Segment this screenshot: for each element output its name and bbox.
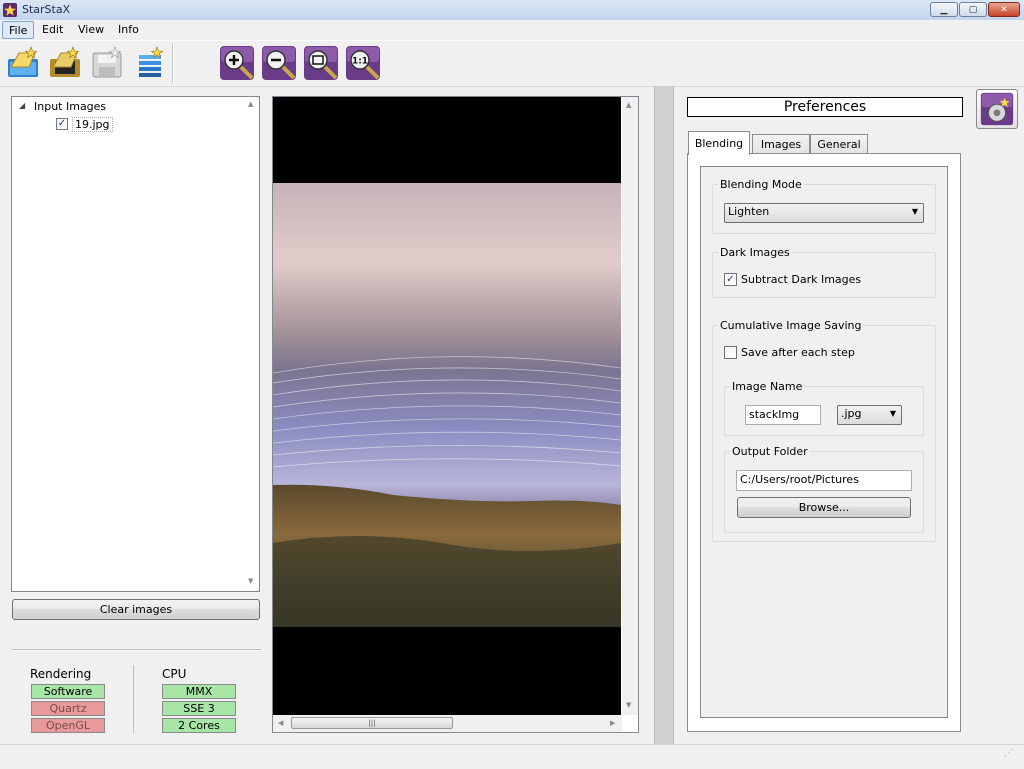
image-name-label: Image Name <box>730 380 805 393</box>
close-button[interactable]: ✕ <box>988 2 1020 17</box>
zoom-in-icon[interactable] <box>219 45 255 81</box>
subtract-dark-label[interactable]: Subtract Dark Images <box>741 273 861 286</box>
save-after-step-label[interactable]: Save after each step <box>741 346 855 359</box>
cpu-badge-sse3: SSE 3 <box>162 701 236 716</box>
zoom-fit-icon[interactable] <box>303 45 339 81</box>
extension-value: .jpg <box>841 407 862 420</box>
scroll-right-icon[interactable]: ▶ <box>610 719 615 727</box>
minimize-icon: ▁ <box>940 4 948 15</box>
input-images-tree[interactable]: ◢ Input Images ✓ 19.jpg ▲ ▼ <box>11 96 260 592</box>
preferences-title: Preferences <box>687 97 963 117</box>
rendering-badge-software: Software <box>31 684 105 699</box>
image-horizontal-scrollbar[interactable]: ◀ ||| ▶ <box>273 715 622 732</box>
scroll-up-icon[interactable]: ▲ <box>626 101 631 109</box>
tree-expand-arrow-icon[interactable]: ◢ <box>19 101 25 110</box>
chevron-down-icon: ▼ <box>889 409 896 418</box>
cumulative-saving-label: Cumulative Image Saving <box>718 319 864 332</box>
output-folder-label: Output Folder <box>730 445 810 458</box>
cpu-title: CPU <box>162 667 187 681</box>
tree-root-label: Input Images <box>34 100 107 113</box>
image-vertical-scrollbar[interactable]: ▲ ▼ <box>622 97 638 715</box>
dark-images-label: Dark Images <box>718 246 792 259</box>
checkmark-icon: ✓ <box>57 118 67 129</box>
save-after-step-checkbox[interactable] <box>724 346 737 359</box>
scroll-up-icon[interactable]: ▲ <box>248 100 253 108</box>
menu-view[interactable]: View <box>72 21 110 39</box>
scroll-down-icon[interactable]: ▼ <box>248 577 253 585</box>
tree-scrollbar[interactable]: ▲ ▼ <box>244 97 259 591</box>
menu-file[interactable]: File <box>2 21 35 39</box>
scroll-down-icon[interactable]: ▼ <box>626 701 631 709</box>
menu-bar: File Edit View Info <box>0 20 1024 41</box>
browse-button[interactable]: Browse... <box>737 497 911 518</box>
open-images-icon[interactable] <box>5 45 41 81</box>
tab-blending[interactable]: Blending <box>688 131 750 155</box>
blending-mode-value: Lighten <box>728 205 770 218</box>
blending-mode-label: Blending Mode <box>718 178 804 191</box>
image-name-input[interactable]: stackImg <box>745 405 821 425</box>
tab-images[interactable]: Images <box>752 134 810 154</box>
title-bar: StarStaX ▁ ▢ ✕ <box>0 0 1024 21</box>
save-icon[interactable] <box>89 45 125 81</box>
checkmark-icon: ✓ <box>726 274 735 285</box>
process-icon[interactable] <box>131 45 167 81</box>
resize-grip-icon[interactable]: ⋰ <box>1004 748 1014 759</box>
image-checkbox[interactable]: ✓ <box>56 118 68 130</box>
rendering-badge-quartz: Quartz <box>31 701 105 716</box>
image-viewer[interactable]: ▲ ▼ ◀ ||| ▶ <box>272 96 639 733</box>
svg-text:1:1: 1:1 <box>352 57 368 67</box>
cpu-badge-cores: 2 Cores <box>162 718 236 733</box>
zoom-out-icon[interactable] <box>261 45 297 81</box>
extension-select[interactable]: .jpg ▼ <box>837 405 902 425</box>
clear-images-button[interactable]: Clear images <box>12 599 260 620</box>
tab-general[interactable]: General <box>810 134 868 154</box>
panel-splitter[interactable] <box>654 86 674 744</box>
menu-edit[interactable]: Edit <box>36 21 69 39</box>
chevron-down-icon: ▼ <box>911 207 918 216</box>
status-bar <box>0 744 1024 769</box>
menu-info[interactable]: Info <box>112 21 145 39</box>
status-separator <box>133 665 134 733</box>
left-panel-divider <box>12 649 261 651</box>
maximize-button[interactable]: ▢ <box>959 2 987 17</box>
scroll-thumb[interactable]: ||| <box>291 717 453 729</box>
image-canvas[interactable] <box>273 97 621 715</box>
star-trail-photo <box>273 183 621 627</box>
app-star-icon <box>3 3 17 17</box>
open-dark-images-icon[interactable] <box>47 45 83 81</box>
output-folder-input[interactable]: C:/Users/root/Pictures <box>736 470 912 491</box>
output-folder-group <box>724 451 924 533</box>
subtract-dark-checkbox[interactable]: ✓ <box>724 273 737 286</box>
minimize-button[interactable]: ▁ <box>930 2 958 17</box>
cpu-badge-mmx: MMX <box>162 684 236 699</box>
rendering-badge-opengl: OpenGL <box>31 718 105 733</box>
toolbar-separator <box>172 43 174 83</box>
zoom-actual-size-icon[interactable]: 1:1 <box>345 45 381 81</box>
rendering-title: Rendering <box>30 667 92 681</box>
tree-item-image[interactable]: 19.jpg <box>72 117 113 132</box>
window-title: StarStaX <box>22 3 71 16</box>
toolbar: 1:1 <box>0 41 1024 87</box>
blending-mode-select[interactable]: Lighten ▼ <box>724 203 924 223</box>
scroll-left-icon[interactable]: ◀ <box>278 719 283 727</box>
maximize-icon: ▢ <box>968 4 978 15</box>
preferences-toggle-icon[interactable] <box>976 89 1018 129</box>
close-icon: ✕ <box>1000 4 1008 15</box>
